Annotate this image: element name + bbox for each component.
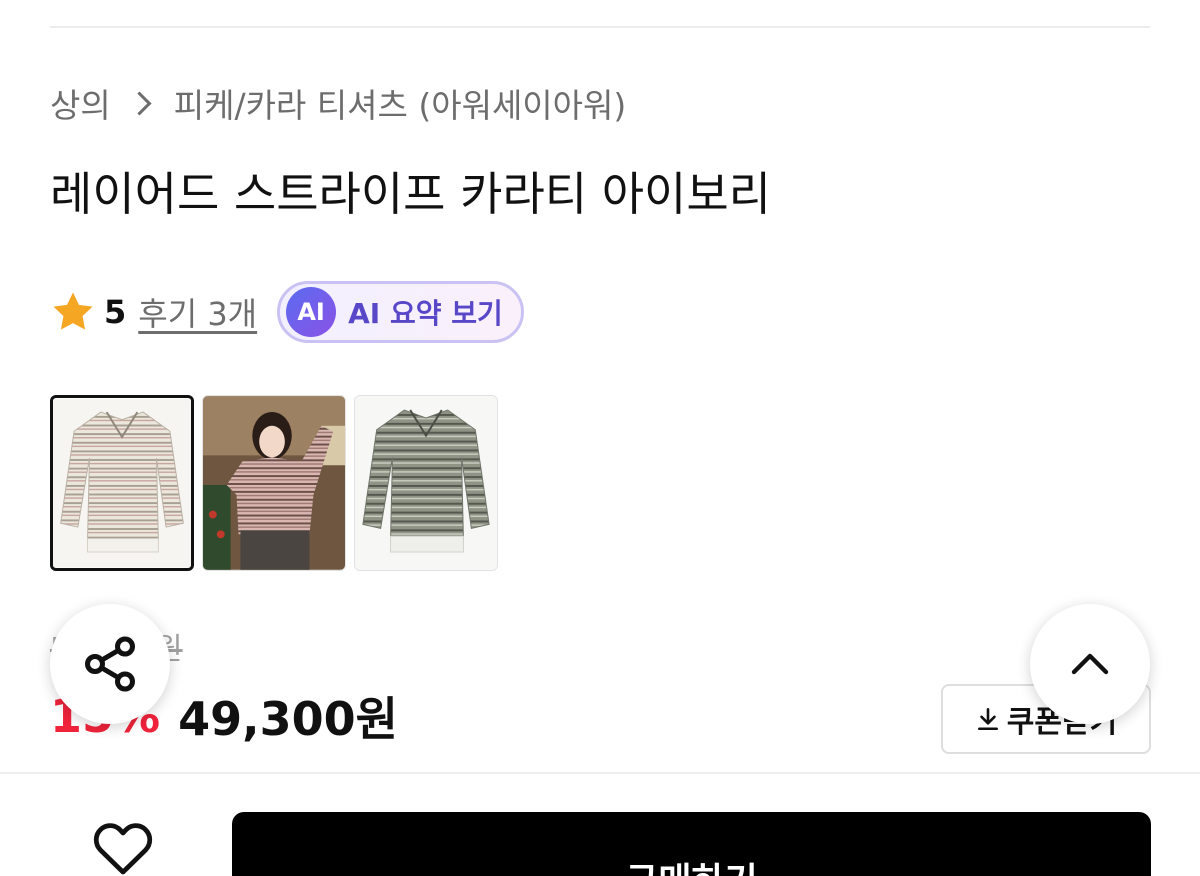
model-photo-image bbox=[203, 396, 345, 570]
divider bbox=[50, 26, 1150, 28]
thumbnail-3[interactable] bbox=[354, 395, 498, 571]
review-count-link[interactable]: 후기 3개 bbox=[138, 289, 257, 335]
thumbnail-1[interactable] bbox=[50, 395, 194, 571]
product-page: 상의 피케/카라 티셔츠 (아워세이아워) 레이어드 스트라이프 카라티 아이보… bbox=[0, 0, 1200, 876]
rating-row: 5 후기 3개 AI AI 요약 보기 bbox=[50, 279, 524, 345]
share-icon bbox=[85, 636, 135, 692]
bottom-action-bar: 구매하기 bbox=[0, 772, 1200, 876]
wishlist-button[interactable] bbox=[88, 818, 158, 876]
rating-value: 5 bbox=[104, 293, 127, 331]
share-button[interactable] bbox=[50, 604, 170, 724]
buy-button[interactable]: 구매하기 bbox=[232, 812, 1151, 876]
ai-summary-button[interactable]: AI AI 요약 보기 bbox=[277, 281, 524, 343]
product-title: 레이어드 스트라이프 카라티 아이보리 bbox=[50, 167, 771, 221]
breadcrumb: 상의 피케/카라 티셔츠 (아워세이아워) bbox=[50, 78, 626, 128]
chevron-up-icon bbox=[1071, 653, 1109, 675]
heart-icon bbox=[93, 823, 153, 875]
breadcrumb-category[interactable]: 상의 bbox=[50, 79, 111, 127]
breadcrumb-subcategory[interactable]: 피케/카라 티셔츠 (아워세이아워) bbox=[174, 79, 627, 127]
product-thumbnails bbox=[50, 395, 498, 571]
scroll-to-top-button[interactable] bbox=[1030, 604, 1150, 724]
shirt-ivory-image bbox=[53, 398, 191, 568]
star-icon bbox=[53, 292, 93, 330]
download-icon bbox=[977, 707, 998, 731]
shirt-gray-image bbox=[355, 396, 497, 570]
thumbnail-2[interactable] bbox=[202, 395, 346, 571]
ai-summary-label: AI 요약 보기 bbox=[348, 297, 503, 330]
ai-badge-icon: AI bbox=[286, 287, 337, 337]
sale-price: 49,300원 bbox=[178, 692, 398, 746]
chevron-right-icon bbox=[127, 90, 152, 116]
